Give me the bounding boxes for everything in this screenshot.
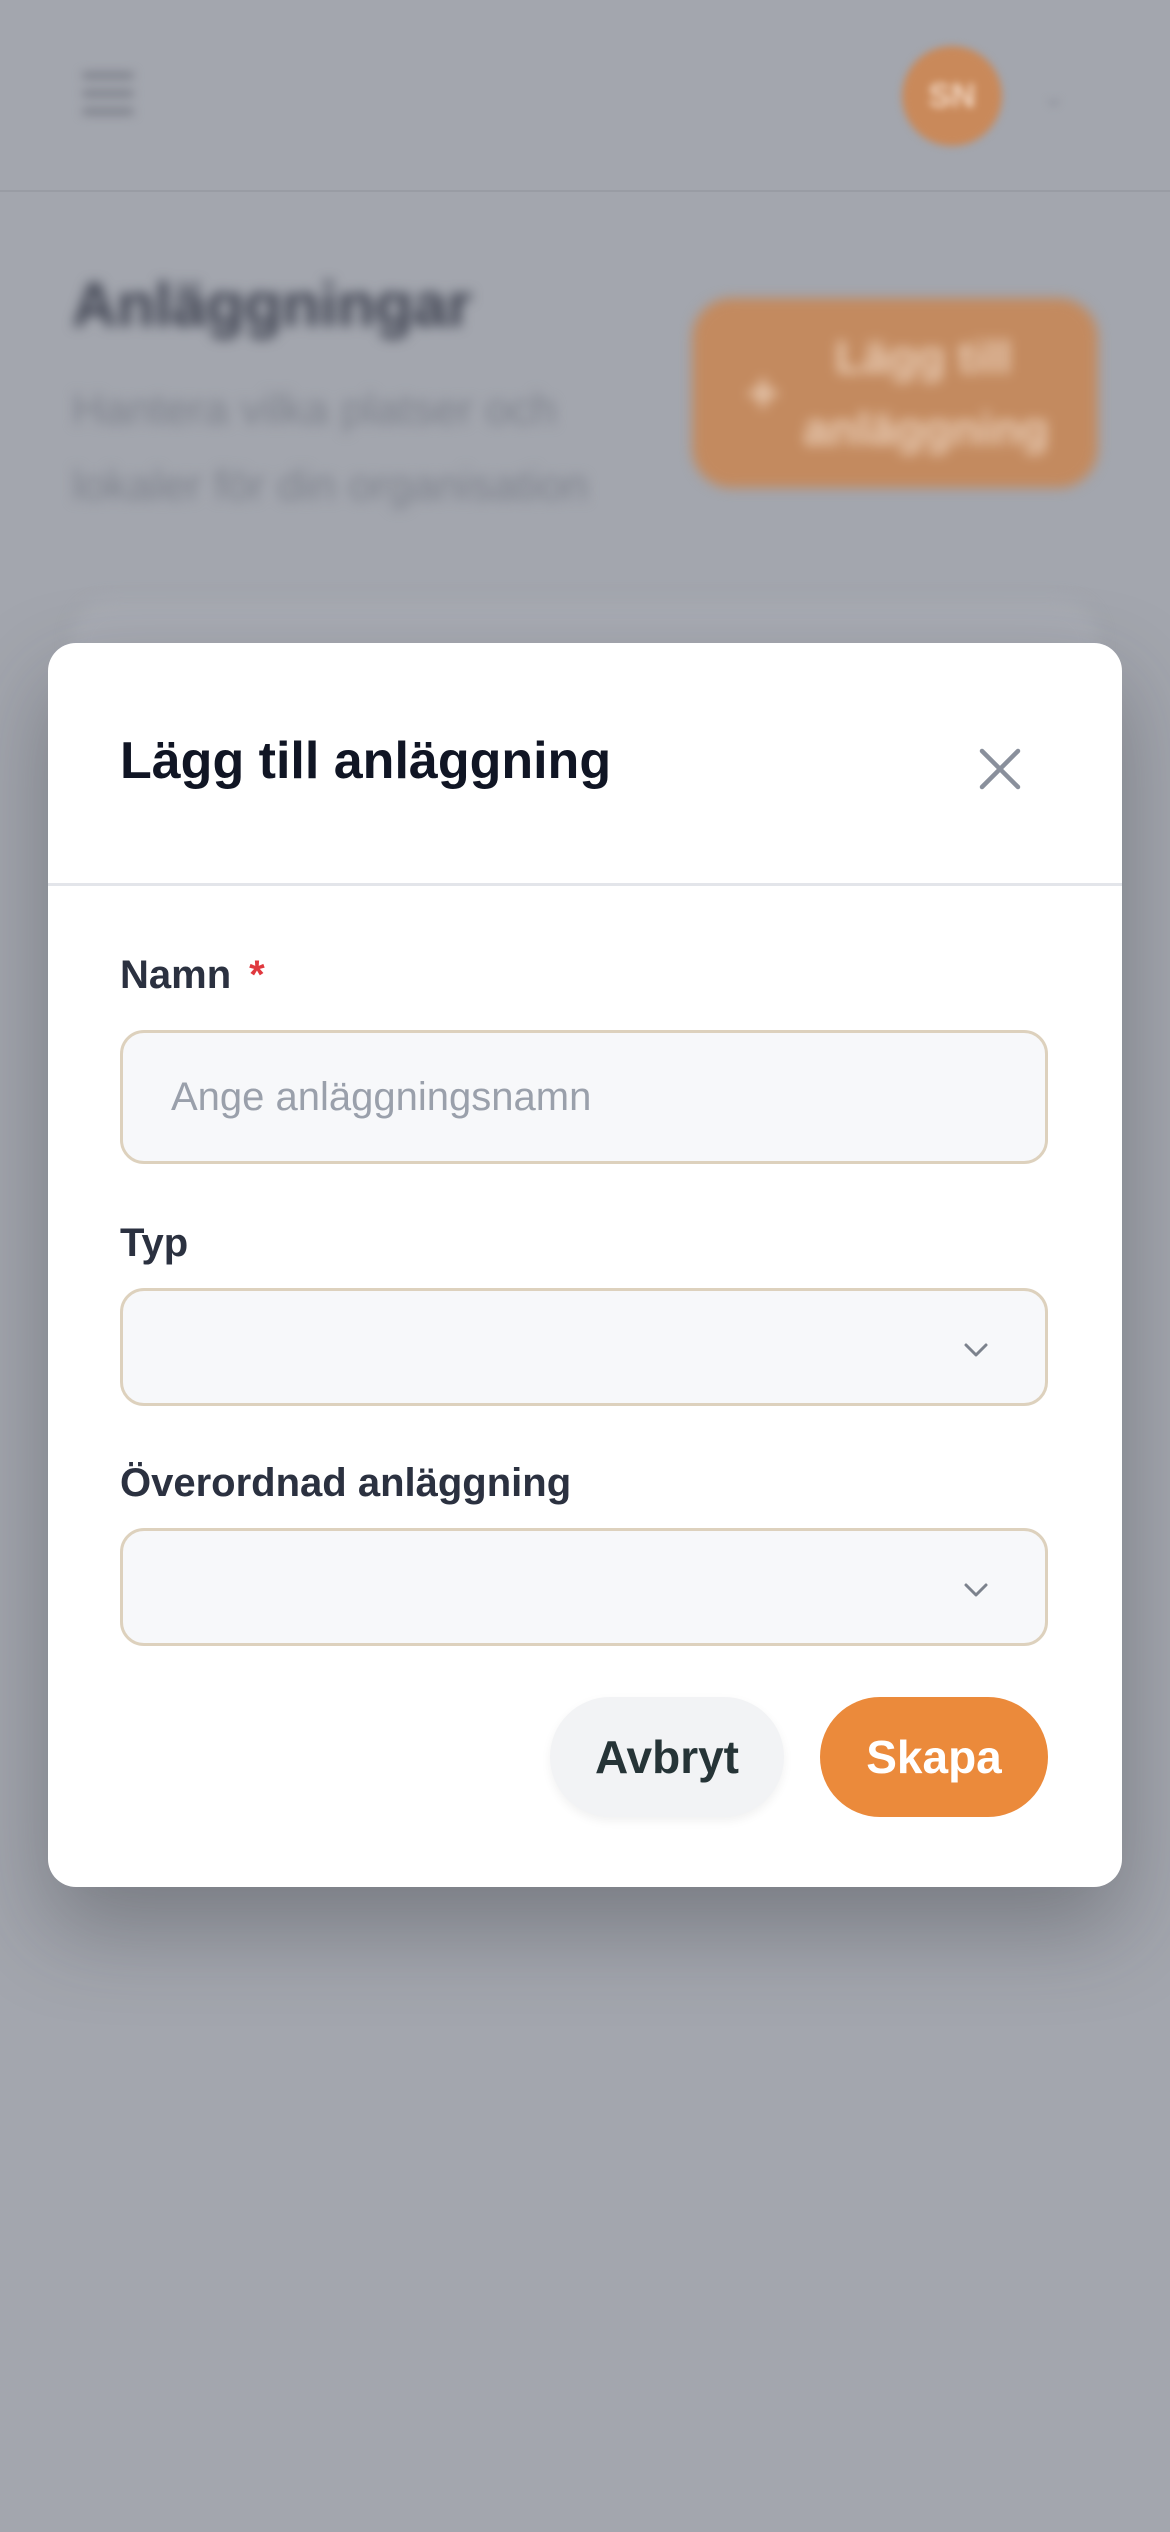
parent-facility-select[interactable] (120, 1528, 1048, 1646)
type-label: Typ (120, 1221, 189, 1265)
type-select[interactable] (120, 1288, 1048, 1406)
parent-facility-label: Överordnad anläggning (120, 1461, 572, 1505)
add-facility-button: + Lägg till anläggning (692, 298, 1098, 488)
add-facility-dialog: Lägg till anläggning Namn * Typ Överordna… (48, 643, 1122, 1887)
dialog-title: Lägg till anläggning (120, 732, 612, 790)
plus-icon: + (746, 361, 780, 424)
close-button[interactable] (968, 737, 1032, 801)
name-label: Namn * (120, 953, 265, 998)
menu-icon (82, 72, 134, 116)
dialog-header: Lägg till anläggning (48, 643, 1122, 886)
avatar: SN (902, 46, 1002, 146)
create-button[interactable]: Skapa (820, 1697, 1048, 1817)
cancel-button[interactable]: Avbryt (550, 1697, 784, 1817)
chevron-down-icon (964, 1343, 988, 1357)
page-title: Anläggningar (72, 271, 472, 340)
name-input[interactable] (120, 1030, 1048, 1164)
add-facility-label: Lägg till anläggning (803, 331, 1049, 455)
chevron-down-icon: ⌄ (1042, 81, 1066, 112)
required-marker: * (249, 953, 265, 997)
close-icon (979, 748, 1021, 790)
page-subtitle: Hantera vilka platser och lokaler för di… (72, 385, 589, 510)
name-label-text: Namn (120, 953, 232, 997)
top-bar: SN ⌄ (0, 0, 1170, 192)
chevron-down-icon (964, 1583, 988, 1597)
